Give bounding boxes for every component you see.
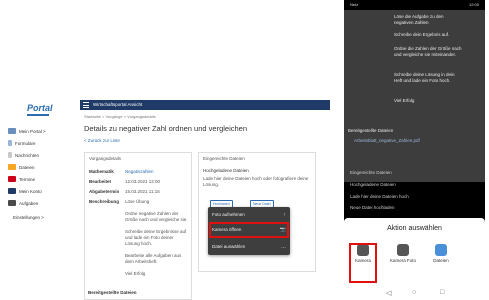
app-option-label: Kamera Foto [390,258,417,263]
info-row: Beschreibung Löse Übung Ordne negative Z… [89,199,189,289]
info-value: Löse Übung Ordne negative Zahlen der Grö… [125,199,188,276]
sidebar-item-label: Dateien [19,164,35,170]
list-item[interactable]: Neue Datei hochladen [350,205,395,211]
back-link[interactable]: < Zurück zur Liste [84,138,120,143]
task-text: Viel Erfolg [394,98,415,103]
form-icon [8,140,12,146]
sidebar-item-konto[interactable]: Mein Konto [8,186,42,196]
menu-item-foto[interactable]: Foto aufnehmen ↑ [212,212,287,218]
recents-nav-icon[interactable]: □ [440,289,444,296]
info-value: 12.03.2021 12:00 [125,179,161,184]
sidebar-item-label: Nachrichten [15,152,40,158]
info-key: Mathematik [89,169,114,174]
info-key: Bearbeitet [89,179,112,184]
info-key: Abgabetermin [89,189,120,194]
list-item[interactable]: Lade hier deine Dateien hoch [350,194,409,200]
portal-logo: Portal [27,103,53,113]
folder-icon [435,244,447,256]
highlight-box [349,243,377,283]
more-icon: … [281,244,286,250]
portal-icon [8,128,16,134]
sidebar-item-label: Mein Portal > [19,128,46,134]
highlight-box [209,222,289,238]
sidebar-item-label: Mein Konto [19,188,42,194]
folder-icon [8,164,16,170]
sidebar-item-label: Formulare [15,140,36,146]
menu-icon[interactable] [83,102,89,108]
sidebar: Mein Portal > Formulare Nachrichten Date… [0,118,80,300]
menu-item-label: Foto aufnehmen [212,212,245,217]
task-text: Schreibe deine Lösung in dein Heft und l… [394,72,455,83]
files-card-description: Lade hier deine Dateien hoch oder fotogr… [203,176,309,187]
section-heading: Eingereichte Dateien [350,170,392,175]
task-text: Schreibe dein Ergebnis auf. [394,32,450,37]
file-link[interactable]: Arbeitsblatt_negative_Zahlen.pdf [354,138,420,144]
info-row: Abgabetermin 15.03.2021 11:15 [89,189,189,197]
files-card-title: Hochgeladene Dateien [203,168,249,173]
sidebar-item-label: Aufgaben [19,200,39,206]
signal-indicator: Netz [350,2,359,7]
info-card-header: Vorgangsdetails [89,156,122,161]
status-time: 12:00 [468,2,479,7]
sidebar-item-formulare[interactable]: Formulare [8,138,36,148]
task-icon [8,200,16,206]
task-text: Ordne die Zahlen der Größe nach und verg… [394,46,462,57]
home-nav-icon[interactable]: ○ [412,289,416,296]
section-heading: Bereitgestellte Dateien [348,128,394,133]
app-option-label: Dateien [433,258,449,263]
sidebar-item-termine[interactable]: Termine [8,174,35,184]
desktop-screen: Portal Mein Portal > Formulare Nachricht… [0,0,330,300]
info-key: Beschreibung [89,199,120,204]
app-option-kamera-foto[interactable]: Kamera Foto [390,240,416,276]
info-row: Bearbeitet 12.03.2021 12:00 [89,179,189,187]
camera-icon [397,244,409,256]
sidebar-item-mein-portal[interactable]: Mein Portal > [8,126,46,136]
back-nav-icon[interactable]: ◁ [386,289,391,297]
info-value-link[interactable]: Negativzahlen [125,169,189,175]
task-text: Löse die Aufgabe zu den negativen Zahlen [394,14,444,25]
topbar-title: Wirtschaftsportal Ansicht [93,102,143,107]
info-card: Vorgangsdetails Mathematik Negativzahlen… [84,152,192,300]
breadcrumb[interactable]: Startseite > Vorgänge > Vorgangsdetails [84,114,156,119]
user-icon [8,188,16,194]
files-card-header: Eingereichte Dateien [203,156,245,161]
menu-item-datei[interactable]: Datei auswählen … [212,244,286,250]
action-sheet-title: Aktion auswählen [387,225,442,232]
sidebar-item-nachrichten[interactable]: Nachrichten [8,150,39,160]
status-bar: Netz 12:00 [344,0,485,10]
page-title: Details zu negativer Zahl ordnen und ver… [84,124,248,133]
app-option-dateien[interactable]: Dateien [428,240,454,276]
sidebar-item-label: Einstellungen > [13,214,44,220]
menu-item-label: Datei auswählen [212,244,246,249]
section-heading: Bereitgestellte Dateien [88,290,137,295]
sidebar-item-label: Termine [19,176,36,182]
upload-icon: ↑ [283,212,287,218]
info-row: Mathematik Negativzahlen [89,169,189,177]
dot-icon [8,214,10,220]
phone-content: Löse die Aufgabe zu den negativen Zahlen… [344,10,485,182]
sidebar-item-dateien[interactable]: Dateien [8,162,35,172]
sidebar-item-aufgaben[interactable]: Aufgaben [8,198,38,208]
logo-underline [27,114,49,116]
info-value: 15.03.2021 11:15 [125,189,160,194]
calendar-icon [8,176,16,182]
section-heading: Hochgeladene Dateien [350,182,396,187]
sidebar-item-einstellungen[interactable]: Einstellungen > [8,212,44,222]
message-icon [8,152,12,158]
